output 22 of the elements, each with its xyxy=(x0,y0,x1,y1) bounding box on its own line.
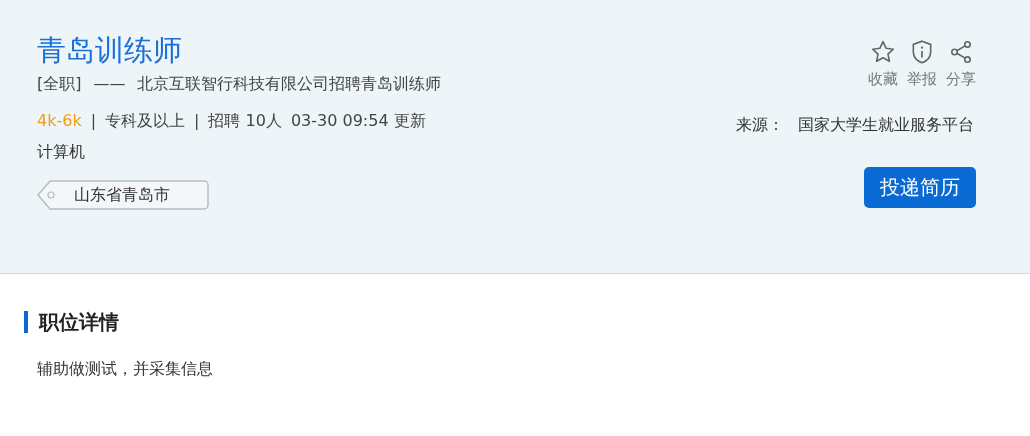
star-icon xyxy=(870,39,896,65)
report-button[interactable]: 举报 xyxy=(907,39,937,89)
location-tag: 山东省青岛市 xyxy=(37,180,209,210)
apply-button[interactable]: 投递简历 xyxy=(864,167,976,208)
job-description: 辅助做测试，并采集信息 xyxy=(36,359,214,380)
share-button[interactable]: 分享 xyxy=(946,39,976,89)
section-heading: 职位详情 xyxy=(24,311,1030,333)
star-button[interactable]: 收藏 xyxy=(868,39,898,89)
job-info: 招聘 10人 xyxy=(208,111,282,132)
share-icon xyxy=(948,39,974,65)
source-label: 来源： xyxy=(736,115,784,136)
job-info: 专科及以上 xyxy=(105,111,186,132)
job-subtitle: 北京互联智行科技有限公司招聘青岛训练师 xyxy=(137,74,442,95)
source-name: 国家大学生就业服务平台 xyxy=(798,115,974,136)
job-title: 青岛训练师 xyxy=(37,32,183,69)
separator: | xyxy=(90,111,97,132)
job-type: [全职] xyxy=(37,74,82,95)
job-info: 03-30 09:54 更新 xyxy=(290,111,426,132)
salary: 4k-6k xyxy=(37,111,82,132)
major: 计算机 xyxy=(37,142,86,163)
separator: | xyxy=(194,111,200,132)
dash: —— xyxy=(93,74,126,95)
